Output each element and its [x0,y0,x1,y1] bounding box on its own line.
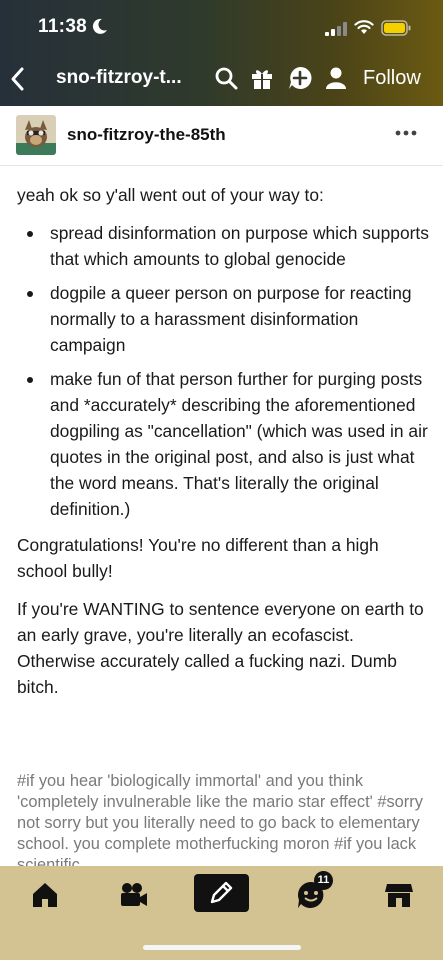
post-paragraph: Congratulations! You're no different tha… [17,535,379,581]
follow-button[interactable]: Follow [363,67,421,90]
blog-header: sno-fitzroy-the-85th [0,106,443,166]
more-options-icon[interactable] [394,129,418,137]
create-post-tab[interactable] [194,874,249,912]
nav-title: sno-fitzroy-t... [56,67,182,88]
top-bar: 11:38 sno-fitzroy-t... Follow [0,0,443,106]
new-post-icon[interactable] [288,66,312,90]
avatar[interactable] [16,115,56,155]
bullet-item: dogpile a queer person on purpose for re… [17,280,429,358]
user-icon[interactable] [324,66,348,90]
video-camera-icon[interactable] [118,880,148,910]
tag[interactable]: #if you hear 'biologically immortal' and… [17,772,373,811]
post-body: yeah ok so y'all went out of your way to… [17,182,429,712]
post-tags: #if you hear 'biologically immortal' and… [17,771,429,866]
shop-icon[interactable] [384,880,414,910]
status-time: 11:38 [38,16,88,37]
search-icon[interactable] [214,66,238,90]
status-bar: 11:38 [0,0,443,54]
tag[interactable]: motherfucking moron [176,835,330,853]
home-icon[interactable] [30,880,60,910]
blog-name[interactable]: sno-fitzroy-the-85th [67,125,226,145]
bullet-item: spread disinformation on purpose which s… [17,220,429,272]
notification-badge: 11 [314,871,333,890]
moon-icon [92,18,107,34]
nav-bar: sno-fitzroy-t... Follow [0,56,443,102]
gift-icon[interactable] [250,66,274,90]
bullet-item: make fun of that person further for purg… [17,366,429,522]
wifi-icon [354,20,374,34]
back-arrow-icon[interactable] [8,66,28,92]
post-paragraph: If you're WANTING to sentence everyone o… [17,599,424,697]
post-intro: yeah ok so y'all went out of your way to… [17,185,324,205]
pencil-icon [210,881,233,904]
home-indicator[interactable] [143,945,301,950]
battery-icon [381,20,411,36]
post-bullet-list: spread disinformation on purpose which s… [17,220,429,522]
signal-icon [325,22,347,36]
